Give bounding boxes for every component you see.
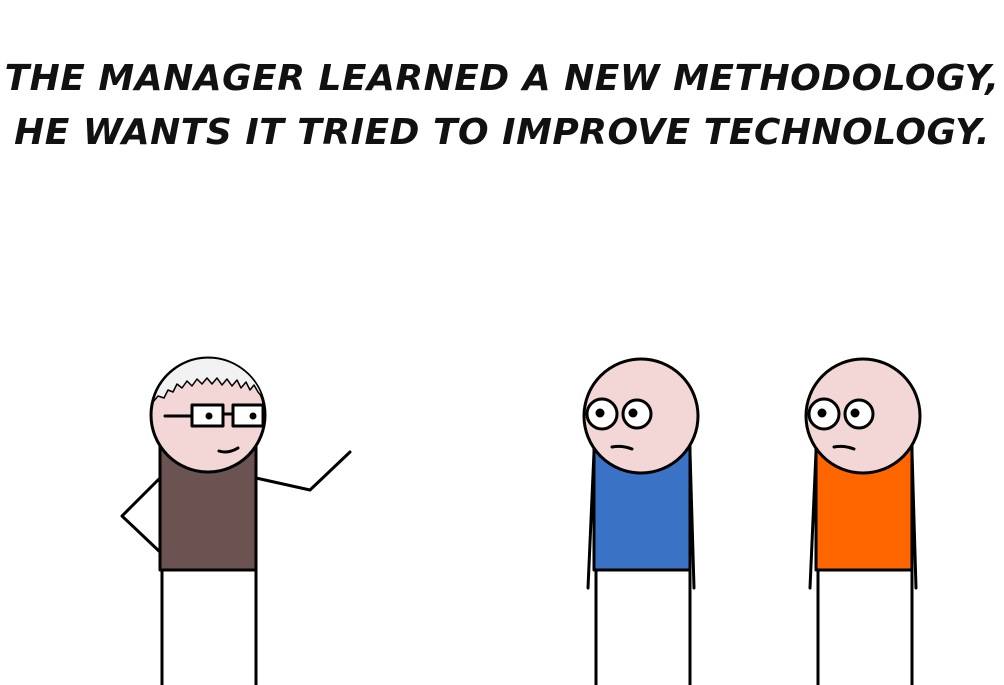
manager-right-arm (254, 450, 352, 492)
manager-left-arm (120, 476, 162, 554)
manager-figure (120, 356, 352, 685)
developer-orange-figure (804, 357, 922, 685)
dev1-right-pupil (628, 408, 638, 418)
manager-left-eye (205, 412, 213, 420)
dev2-left-pupil (817, 408, 827, 418)
comic-scene (120, 356, 922, 685)
developer-blue-figure (582, 357, 700, 685)
dev1-left-pupil (595, 408, 605, 418)
dev2-right-pupil (850, 408, 860, 418)
manager-right-eye (249, 412, 257, 420)
